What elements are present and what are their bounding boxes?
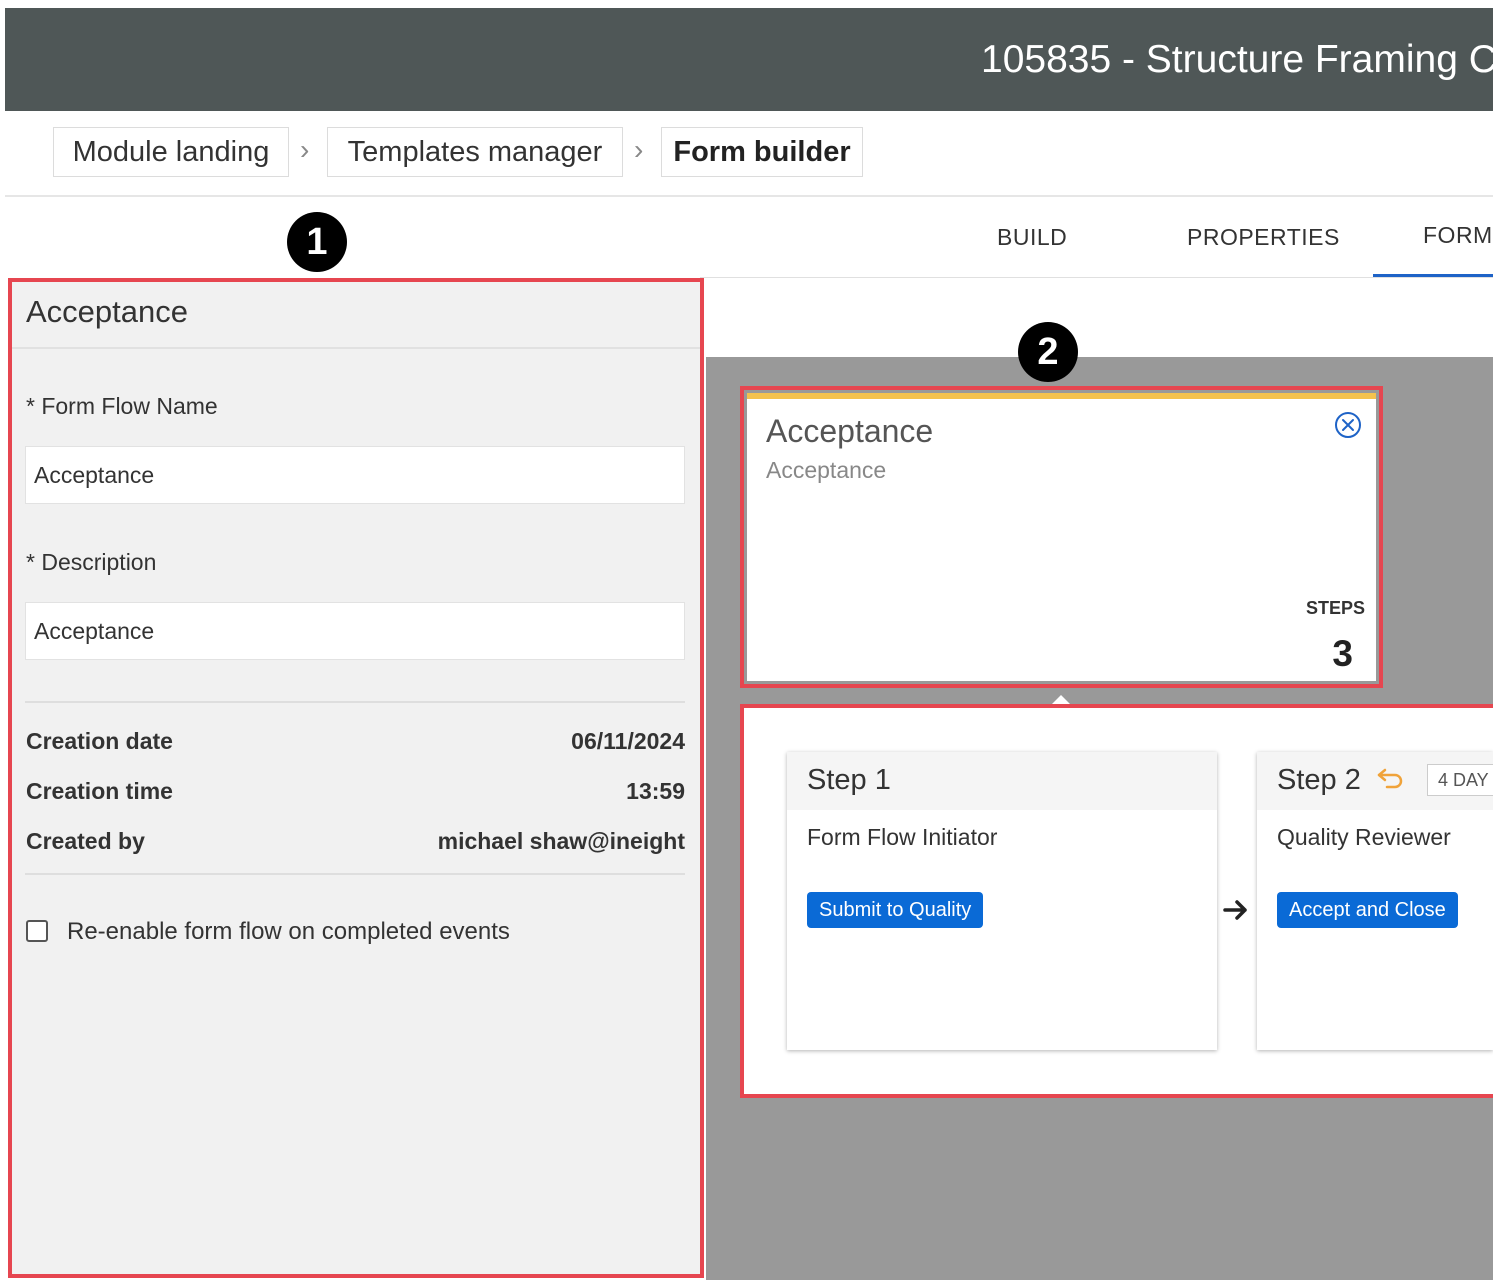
breadcrumb-module-landing[interactable]: Module landing: [53, 127, 289, 177]
form-flow-name-label: * Form Flow Name: [26, 393, 218, 419]
callout-marker-2: 2: [1018, 322, 1078, 382]
active-tab-indicator: [1373, 274, 1493, 277]
created-by-value: michael shaw@ineight: [437, 828, 685, 854]
step-card[interactable]: Step 1 Form Flow Initiator Submit to Qua…: [787, 752, 1217, 1050]
creation-time-value: 13:59: [626, 778, 685, 804]
chevron-right-icon: ›: [300, 134, 310, 165]
reenable-checkbox[interactable]: [26, 920, 48, 942]
chevron-right-icon: ›: [634, 134, 644, 165]
panel-title: Acceptance: [26, 294, 188, 329]
callout-marker-1: 1: [287, 212, 347, 272]
created-by-label: Created by: [26, 828, 145, 854]
close-circle-icon[interactable]: [1334, 411, 1362, 439]
steps-label: STEPS: [1305, 598, 1365, 618]
breadcrumb-templates-manager[interactable]: Templates manager: [327, 127, 623, 177]
arrow-right-icon: [1223, 900, 1247, 920]
breadcrumb-form-builder: Form builder: [661, 127, 863, 177]
description-label: * Description: [26, 549, 157, 575]
divider: [5, 195, 1493, 197]
step-action-badge[interactable]: Accept and Close: [1277, 892, 1458, 928]
creation-date-value: 06/11/2024: [571, 728, 685, 754]
step-role: Form Flow Initiator: [807, 824, 998, 850]
divider: [12, 347, 700, 349]
step-title: Step 2: [1277, 764, 1361, 796]
step-title: Step 1: [807, 764, 891, 796]
creation-date-label: Creation date: [26, 728, 173, 754]
tab-build[interactable]: BUILD: [997, 224, 1067, 251]
tabs-divider: [700, 277, 1493, 278]
reenable-checkbox-label[interactable]: Re-enable form flow on completed events: [67, 918, 510, 946]
divider: [25, 873, 685, 875]
step-action-badge[interactable]: Submit to Quality: [807, 892, 984, 928]
tab-properties[interactable]: PROPERTIES: [1187, 224, 1340, 251]
caret-up-icon: [1052, 695, 1070, 704]
duration-badge: 4 DAY: [1427, 764, 1493, 796]
flow-card-title: Acceptance: [766, 413, 934, 449]
step-role: Quality Reviewer: [1277, 824, 1451, 850]
app-header: 105835 - Structure Framing C: [5, 8, 1493, 111]
return-arrow-icon: [1377, 768, 1403, 789]
creation-time-label: Creation time: [26, 778, 173, 804]
steps-count: 3: [1332, 633, 1353, 674]
flow-card-subtitle: Acceptance: [766, 457, 887, 483]
page-title: 105835 - Structure Framing C: [981, 38, 1493, 81]
divider: [25, 701, 685, 703]
description-input[interactable]: Acceptance: [25, 602, 685, 660]
form-flow-name-input[interactable]: Acceptance: [25, 446, 685, 504]
step-card[interactable]: Step 2 4 DAY Quality Reviewer Accept and…: [1257, 752, 1493, 1050]
tab-form[interactable]: FORM: [1423, 222, 1493, 249]
